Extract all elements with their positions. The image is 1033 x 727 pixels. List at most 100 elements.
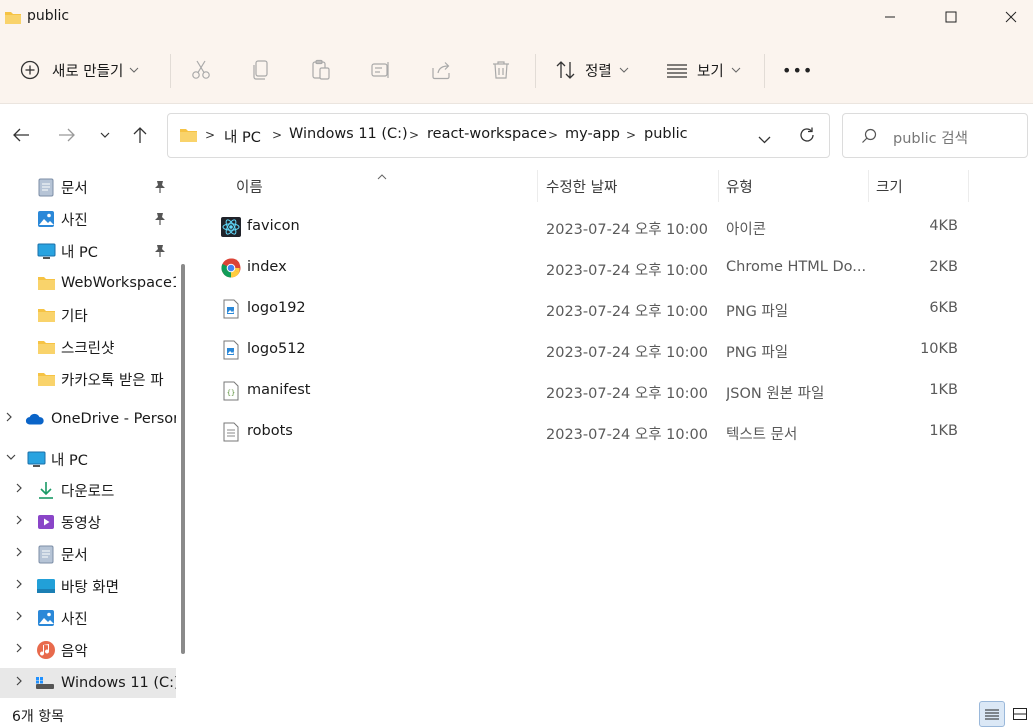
refresh-button[interactable] [798, 126, 816, 148]
tiles-view-button[interactable] [1007, 701, 1033, 727]
file-row[interactable]: logo192 2023-07-24 오후 10:00 PNG 파일 6KB [216, 292, 976, 326]
column-divider[interactable] [868, 170, 869, 202]
maximize-button[interactable] [928, 0, 974, 34]
sidebar-item-other[interactable]: 기타 [0, 300, 176, 330]
sort-button[interactable]: 정렬 [555, 52, 629, 88]
breadcrumb-my-app[interactable]: my-app [565, 126, 620, 142]
details-view-button[interactable] [979, 701, 1005, 727]
search-box[interactable]: public 검색 [842, 113, 1028, 158]
sidebar-item-downloads[interactable]: 다운로드 [0, 475, 176, 505]
back-button[interactable] [6, 120, 36, 150]
json-file-icon: {} [221, 381, 241, 401]
folder-icon [36, 273, 56, 293]
sidebar-item-desktop[interactable]: 바탕 화면 [0, 571, 176, 601]
recent-locations-button[interactable] [90, 120, 120, 150]
onedrive-icon [25, 409, 45, 429]
sidebar-item-music[interactable]: 음악 [0, 635, 176, 665]
search-input[interactable]: public 검색 [893, 127, 968, 148]
sidebar-item-webworkspace1[interactable]: WebWorkspace1 [0, 268, 176, 298]
chevron-down-icon [619, 67, 629, 73]
view-button[interactable]: 보기 [666, 52, 741, 88]
address-history-button[interactable] [758, 132, 771, 148]
chevron-right-icon [16, 483, 22, 496]
divider [535, 54, 536, 88]
search-icon [861, 128, 877, 148]
copy-icon [253, 60, 268, 80]
column-header-date[interactable]: 수정한 날짜 [546, 176, 617, 197]
column-divider[interactable] [968, 170, 969, 202]
file-name: robots [247, 423, 293, 439]
sort-icon [556, 61, 575, 79]
file-size: 1KB [929, 382, 958, 398]
cut-icon [192, 60, 210, 79]
pin-icon [154, 212, 166, 230]
file-name: logo192 [247, 300, 306, 316]
file-date: 2023-07-24 오후 10:00 [546, 304, 708, 320]
sidebar-item-label: 문서 [61, 180, 88, 197]
address-bar[interactable]: > 내 PC > Windows 11 (C:) > react-workspa… [167, 113, 830, 158]
sidebar-item-this-pc[interactable]: 내 PC [0, 444, 176, 474]
new-button[interactable]: 새로 만들기 [20, 52, 139, 88]
breadcrumb-drive[interactable]: Windows 11 (C:) [289, 126, 408, 142]
breadcrumb-react-workspace[interactable]: react-workspace [427, 126, 547, 142]
divider [764, 54, 765, 88]
file-type: 아이콘 [726, 222, 767, 238]
sidebar-item-documents[interactable]: 문서 [0, 172, 176, 202]
cut-button[interactable] [190, 52, 212, 88]
paste-button[interactable] [310, 52, 332, 88]
sidebar-item-label: 카카오톡 받은 파 [61, 372, 164, 389]
text-file-icon [221, 422, 241, 442]
file-row[interactable]: favicon 2023-07-24 오후 10:00 아이콘 4KB [216, 210, 976, 244]
more-options-button[interactable]: ••• [782, 52, 813, 88]
sidebar-item-windows-drive[interactable]: Windows 11 (C:) [0, 668, 176, 698]
svg-text:{}: {} [227, 389, 235, 397]
sidebar-item-onedrive[interactable]: OneDrive - Persor [0, 404, 176, 434]
column-divider[interactable] [537, 170, 538, 202]
column-header-size[interactable]: 크기 [876, 176, 903, 197]
folder-icon [36, 305, 56, 325]
drive-icon [35, 673, 55, 693]
share-button[interactable] [430, 52, 452, 88]
breadcrumb-public[interactable]: public [644, 126, 688, 142]
chevron-right-icon: > [626, 128, 637, 142]
file-date: 2023-07-24 오후 10:00 [546, 427, 708, 443]
navigation-pane: 문서 사진 내 PC WebWorkspace1 기타 스크린샷 카카오톡 받은… [0, 168, 190, 699]
desktop-icon [36, 576, 56, 596]
breadcrumb-this-pc[interactable]: 내 PC [224, 126, 261, 147]
delete-button[interactable] [490, 52, 512, 88]
chevron-right-icon [16, 643, 22, 656]
close-button[interactable] [988, 0, 1033, 34]
details-view-icon [985, 709, 999, 720]
sidebar-scrollbar[interactable] [181, 264, 185, 654]
sidebar-item-screenshots[interactable]: 스크린샷 [0, 332, 176, 362]
chrome-icon [221, 258, 241, 278]
sidebar-item-videos[interactable]: 동영상 [0, 507, 176, 537]
column-header-type[interactable]: 유형 [726, 176, 753, 197]
pictures-icon [36, 209, 56, 229]
sidebar-item-pictures-pc[interactable]: 사진 [0, 603, 176, 633]
chevron-right-icon [16, 547, 22, 560]
rename-icon [371, 62, 389, 78]
sidebar-item-pictures[interactable]: 사진 [0, 204, 176, 234]
column-divider[interactable] [718, 170, 719, 202]
file-row[interactable]: index 2023-07-24 오후 10:00 Chrome HTML Do… [216, 251, 976, 285]
copy-button[interactable] [250, 52, 272, 88]
sidebar-item-kakaotalk[interactable]: 카카오톡 받은 파 [0, 364, 176, 394]
sidebar-item-this-pc-pinned[interactable]: 내 PC [0, 236, 176, 266]
file-name: index [247, 259, 287, 275]
column-header-name[interactable]: 이름 [236, 176, 263, 197]
forward-button[interactable] [52, 120, 82, 150]
sidebar-item-label: OneDrive - Persor [51, 411, 176, 427]
up-button[interactable] [125, 120, 155, 150]
sidebar-item-documents-pc[interactable]: 문서 [0, 539, 176, 569]
window-title: public [27, 8, 70, 24]
file-row[interactable]: robots 2023-07-24 오후 10:00 텍스트 문서 1KB [216, 415, 976, 449]
folder-icon [36, 369, 56, 389]
chevron-right-icon [16, 515, 22, 528]
file-row[interactable]: logo512 2023-07-24 오후 10:00 PNG 파일 10KB [216, 333, 976, 367]
rename-button[interactable] [370, 52, 392, 88]
file-row[interactable]: {} manifest 2023-07-24 오후 10:00 JSON 원본 … [216, 374, 976, 408]
minimize-button[interactable] [867, 0, 913, 34]
image-file-icon [221, 340, 241, 360]
file-date: 2023-07-24 오후 10:00 [546, 345, 708, 361]
